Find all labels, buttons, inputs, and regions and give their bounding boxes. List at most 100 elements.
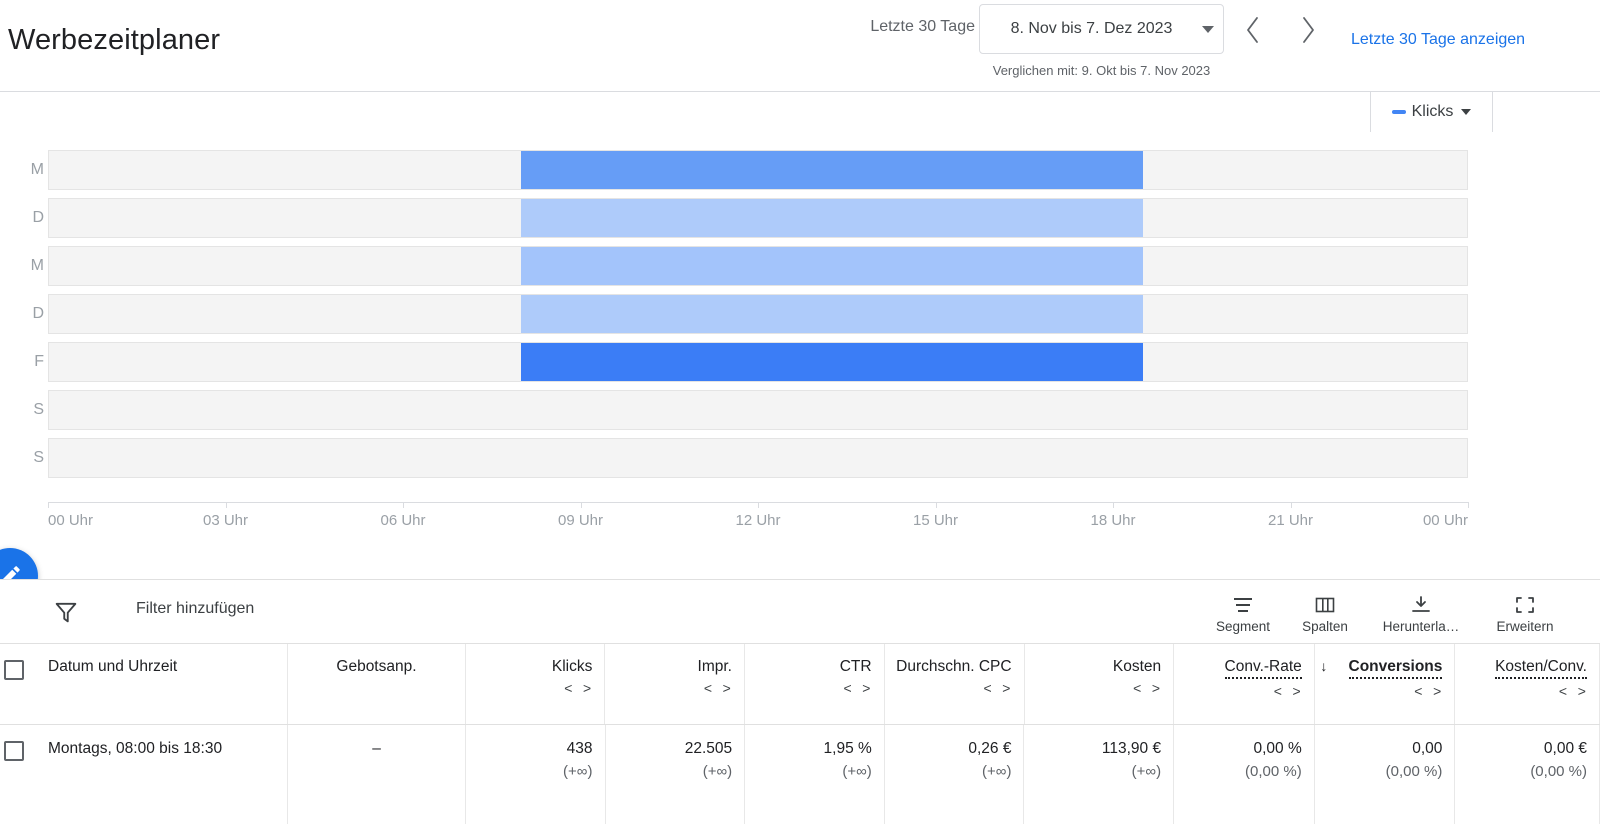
download-icon [1408, 590, 1434, 616]
chart-row: S [0, 390, 1600, 430]
column-header-datum-und-uhrzeit[interactable]: Datum und Uhrzeit [36, 644, 289, 724]
cell-comparison-value: (0,00 %) [1385, 763, 1443, 781]
expand-button[interactable]: Erweitern [1470, 590, 1580, 634]
table-toolbar: Filter hinzufügen Segment Spalten Herunt… [0, 579, 1600, 643]
column-header-label: Durchschn. CPC [896, 658, 1012, 675]
column-header-klicks[interactable]: Klicks < > [466, 644, 606, 724]
column-header-label: Datum und Uhrzeit [48, 658, 178, 675]
column-header-label: Kosten [1112, 658, 1162, 675]
cell-value: 113,90 € [1101, 740, 1162, 757]
chart-bar[interactable] [521, 247, 1143, 285]
chart-row-label: S [33, 401, 44, 418]
cell-comparison-value: (0,00 %) [1245, 763, 1302, 781]
select-all-checkbox[interactable] [0, 644, 36, 724]
columns-button[interactable]: Spalten [1270, 590, 1380, 634]
column-header-kosten-conv[interactable]: Kosten/Conv. < > [1455, 644, 1600, 724]
compare-values-icon[interactable]: < > [1414, 685, 1442, 701]
checkbox-icon [4, 741, 24, 761]
cell-comparison-value: (+∞) [563, 763, 593, 781]
axis-tick-label: 18 Uhr [1090, 512, 1136, 529]
axis-tick-label: 15 Uhr [912, 512, 959, 529]
column-header-ctr[interactable]: CTR < > [745, 644, 885, 724]
cell-value: 0,00 % [1253, 740, 1302, 757]
cell-comparison-value: (+∞) [1131, 763, 1162, 781]
stats-table: Datum und Uhrzeit Gebotsanp. Klicks < > Impr… [0, 643, 1600, 824]
axis-tick [935, 502, 937, 508]
date-range-preset-label: Letzte 30 Tage [870, 18, 975, 35]
chart-row-label: M [30, 161, 44, 178]
columns-button-label: Spalten [1302, 619, 1348, 634]
chart-row-label: D [32, 209, 44, 226]
compare-values-icon[interactable]: < > [704, 682, 732, 698]
metric-selector[interactable]: Klicks [1370, 92, 1493, 132]
compare-values-icon[interactable]: < > [1274, 685, 1302, 701]
row-checkbox[interactable] [0, 725, 36, 824]
chart-row: M [0, 246, 1600, 286]
column-header-conv-rate[interactable]: Conv.-Rate < > [1174, 644, 1315, 724]
date-range-value: 8. Nov bis 7. Dez 2023 [1010, 20, 1173, 37]
expand-icon [1512, 590, 1538, 616]
sort-descending-icon: ↓ [1320, 658, 1328, 674]
column-header-label: Impr. [697, 658, 732, 675]
chart-bar[interactable] [521, 199, 1143, 237]
page-header: Werbezeitplaner Letzte 30 Tage 8. Nov bi… [0, 0, 1600, 92]
column-header-conversions[interactable]: ↓ Conversions < > [1315, 644, 1456, 724]
chart-bar[interactable] [521, 295, 1143, 333]
cell-value: 0,00 [1412, 740, 1443, 757]
column-header-label: Klicks [551, 658, 593, 675]
chevron-right-icon[interactable] [1291, 12, 1327, 48]
column-header-durchschn-cpc[interactable]: Durchschn. CPC < > [885, 644, 1025, 724]
cell-value: 438 [566, 740, 593, 757]
chart-row: D [0, 198, 1600, 238]
cell-value: 0,00 € [1543, 740, 1588, 757]
chart-row-label: F [34, 353, 44, 370]
add-filter-button[interactable]: Filter hinzufügen [136, 600, 254, 618]
table-cell: – [288, 725, 466, 824]
chart-row-track [48, 150, 1468, 190]
compare-values-icon[interactable]: < > [564, 682, 592, 698]
chart-row-track [48, 198, 1468, 238]
compare-values-icon[interactable]: < > [1559, 685, 1587, 701]
table-cell: Montags, 08:00 bis 18:30 [36, 725, 289, 824]
axis-tick [1290, 502, 1292, 508]
table-body: Montags, 08:00 bis 18:30 – 438 (+∞) 22.505 (+… [0, 725, 1600, 824]
chart-row-track [48, 390, 1468, 430]
chart-row: F [0, 342, 1600, 382]
chevron-left-icon[interactable] [1234, 12, 1270, 48]
axis-tick [1468, 502, 1469, 508]
chart-row: D [0, 294, 1600, 334]
expand-button-label: Erweitern [1496, 619, 1554, 634]
chart-row-track [48, 342, 1468, 382]
axis-tick-label: 00 Uhr [48, 512, 94, 529]
cell-value: – [372, 740, 381, 757]
table-cell: 22.505 (+∞) [606, 725, 746, 824]
column-header-impr[interactable]: Impr. < > [605, 644, 745, 724]
axis-tick-label: 09 Uhr [557, 512, 604, 529]
compare-values-icon[interactable]: < > [1133, 682, 1161, 698]
axis-tick-label: 21 Uhr [1267, 512, 1314, 529]
column-header-kosten[interactable]: Kosten < > [1025, 644, 1175, 724]
ad-schedule-chart: M D M D F S S 00 Uhr 03 Uhr 06 Uhr 09 Uhr 12 Uhr 15 … [0, 150, 1600, 540]
column-header-gebotsanp[interactable]: Gebotsanp. [288, 644, 466, 724]
chart-bar[interactable] [521, 151, 1143, 189]
show-last-30-days-link[interactable]: Letzte 30 Tage anzeigen [1351, 31, 1525, 49]
download-button[interactable]: Herunterla… [1366, 590, 1476, 634]
column-header-label: CTR [839, 658, 872, 675]
axis-tick [758, 502, 759, 508]
checkbox-icon [4, 660, 24, 680]
cell-value: 22.505 [684, 740, 733, 757]
chevron-down-icon [1461, 109, 1472, 115]
cell-value: 0,26 € [968, 740, 1012, 757]
compare-values-icon[interactable]: < > [983, 682, 1011, 698]
table-cell: 0,26 € (+∞) [885, 725, 1025, 824]
chart-bar[interactable] [521, 343, 1143, 381]
table-header-row: Datum und Uhrzeit Gebotsanp. Klicks < > Impr… [0, 644, 1600, 725]
download-button-label: Herunterla… [1382, 619, 1460, 634]
axis-tick-label: 06 Uhr [380, 512, 426, 529]
filter-funnel-icon[interactable] [52, 598, 80, 626]
date-range-picker[interactable]: 8. Nov bis 7. Dez 2023 [979, 4, 1224, 54]
chart-row-label: D [32, 305, 44, 322]
compare-values-icon[interactable]: < > [843, 682, 871, 698]
table-row[interactable]: Montags, 08:00 bis 18:30 – 438 (+∞) 22.505 (+… [0, 725, 1600, 824]
axis-tick [580, 502, 582, 508]
